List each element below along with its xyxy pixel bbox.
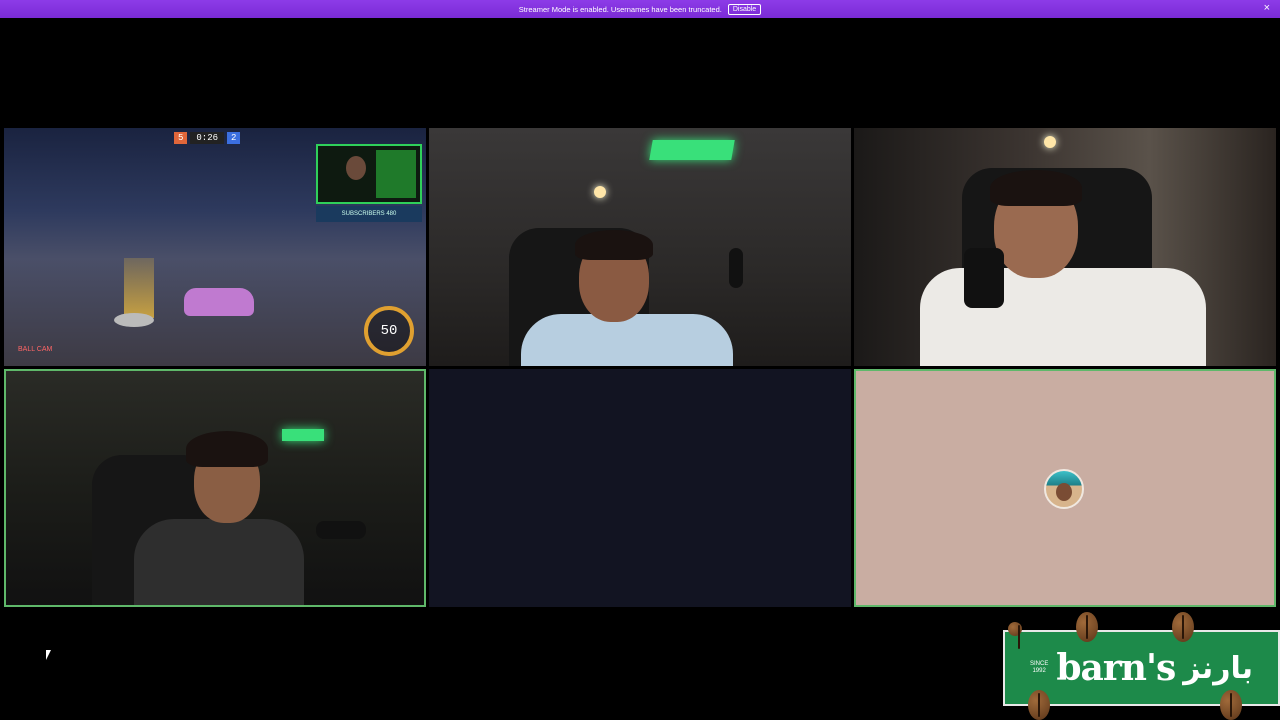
person-hair [186,431,268,467]
close-icon[interactable]: × [1264,2,1270,14]
streamer-webcam-inset [316,144,422,204]
ball-cam-indicator: BALL CAM [18,346,53,353]
video-tile-participant-avatar[interactable] [854,369,1276,607]
coffee-bean-icon [1172,612,1194,642]
coffee-bean-icon [1008,622,1022,649]
avatar-face [1056,483,1072,501]
neon-sign [282,429,324,441]
coffee-bean-icon [1076,612,1098,642]
person-body [920,268,1206,366]
avatar-icon [1044,469,1084,509]
match-timer: 0:26 [190,132,225,144]
headphones [575,230,653,260]
banner-text: Streamer Mode is enabled. Usernames have… [518,4,722,14]
ball [114,313,154,327]
streamer-head [346,156,366,180]
player-car [184,288,254,316]
lamp [594,186,606,198]
boost-pad-glow [124,258,154,318]
video-tile-participant-3[interactable] [854,128,1276,366]
subscriber-goal: SUBSCRIBERS 480 [316,206,422,222]
lamp [1044,136,1056,148]
coffee-bean-icon [1028,690,1050,720]
neon-sign [649,140,735,160]
microphone [316,521,366,539]
streamer-mode-banner: Streamer Mode is enabled. Usernames have… [0,0,1280,18]
ad-since: SINCE 1992 [1029,661,1049,674]
ad-brand-arabic: بارنز [1183,650,1253,686]
green-light [376,150,416,198]
ad-brand-latin: barn's [1056,647,1176,689]
disable-streamer-mode-button[interactable]: Disable [727,3,762,15]
match-scoreboard: 5 0:26 2 [174,132,241,144]
score-orange: 5 [174,132,188,144]
person-body [521,314,733,366]
video-tile-participant-4-speaking[interactable] [4,369,426,607]
boost-meter: 50 [364,306,414,356]
microphone [964,248,1004,308]
microphone [729,248,743,288]
mouse-pointer-icon [46,650,55,660]
video-tile-gameplay[interactable]: 5 0:26 2 SUBSCRIBERS 480 50 BALL CAM [4,128,426,366]
person-hair [990,170,1082,206]
video-tile-empty[interactable] [429,369,851,607]
video-tile-participant-2[interactable] [429,128,851,366]
score-blue: 2 [227,132,241,144]
person-body [134,519,304,605]
coffee-bean-icon [1220,690,1242,720]
